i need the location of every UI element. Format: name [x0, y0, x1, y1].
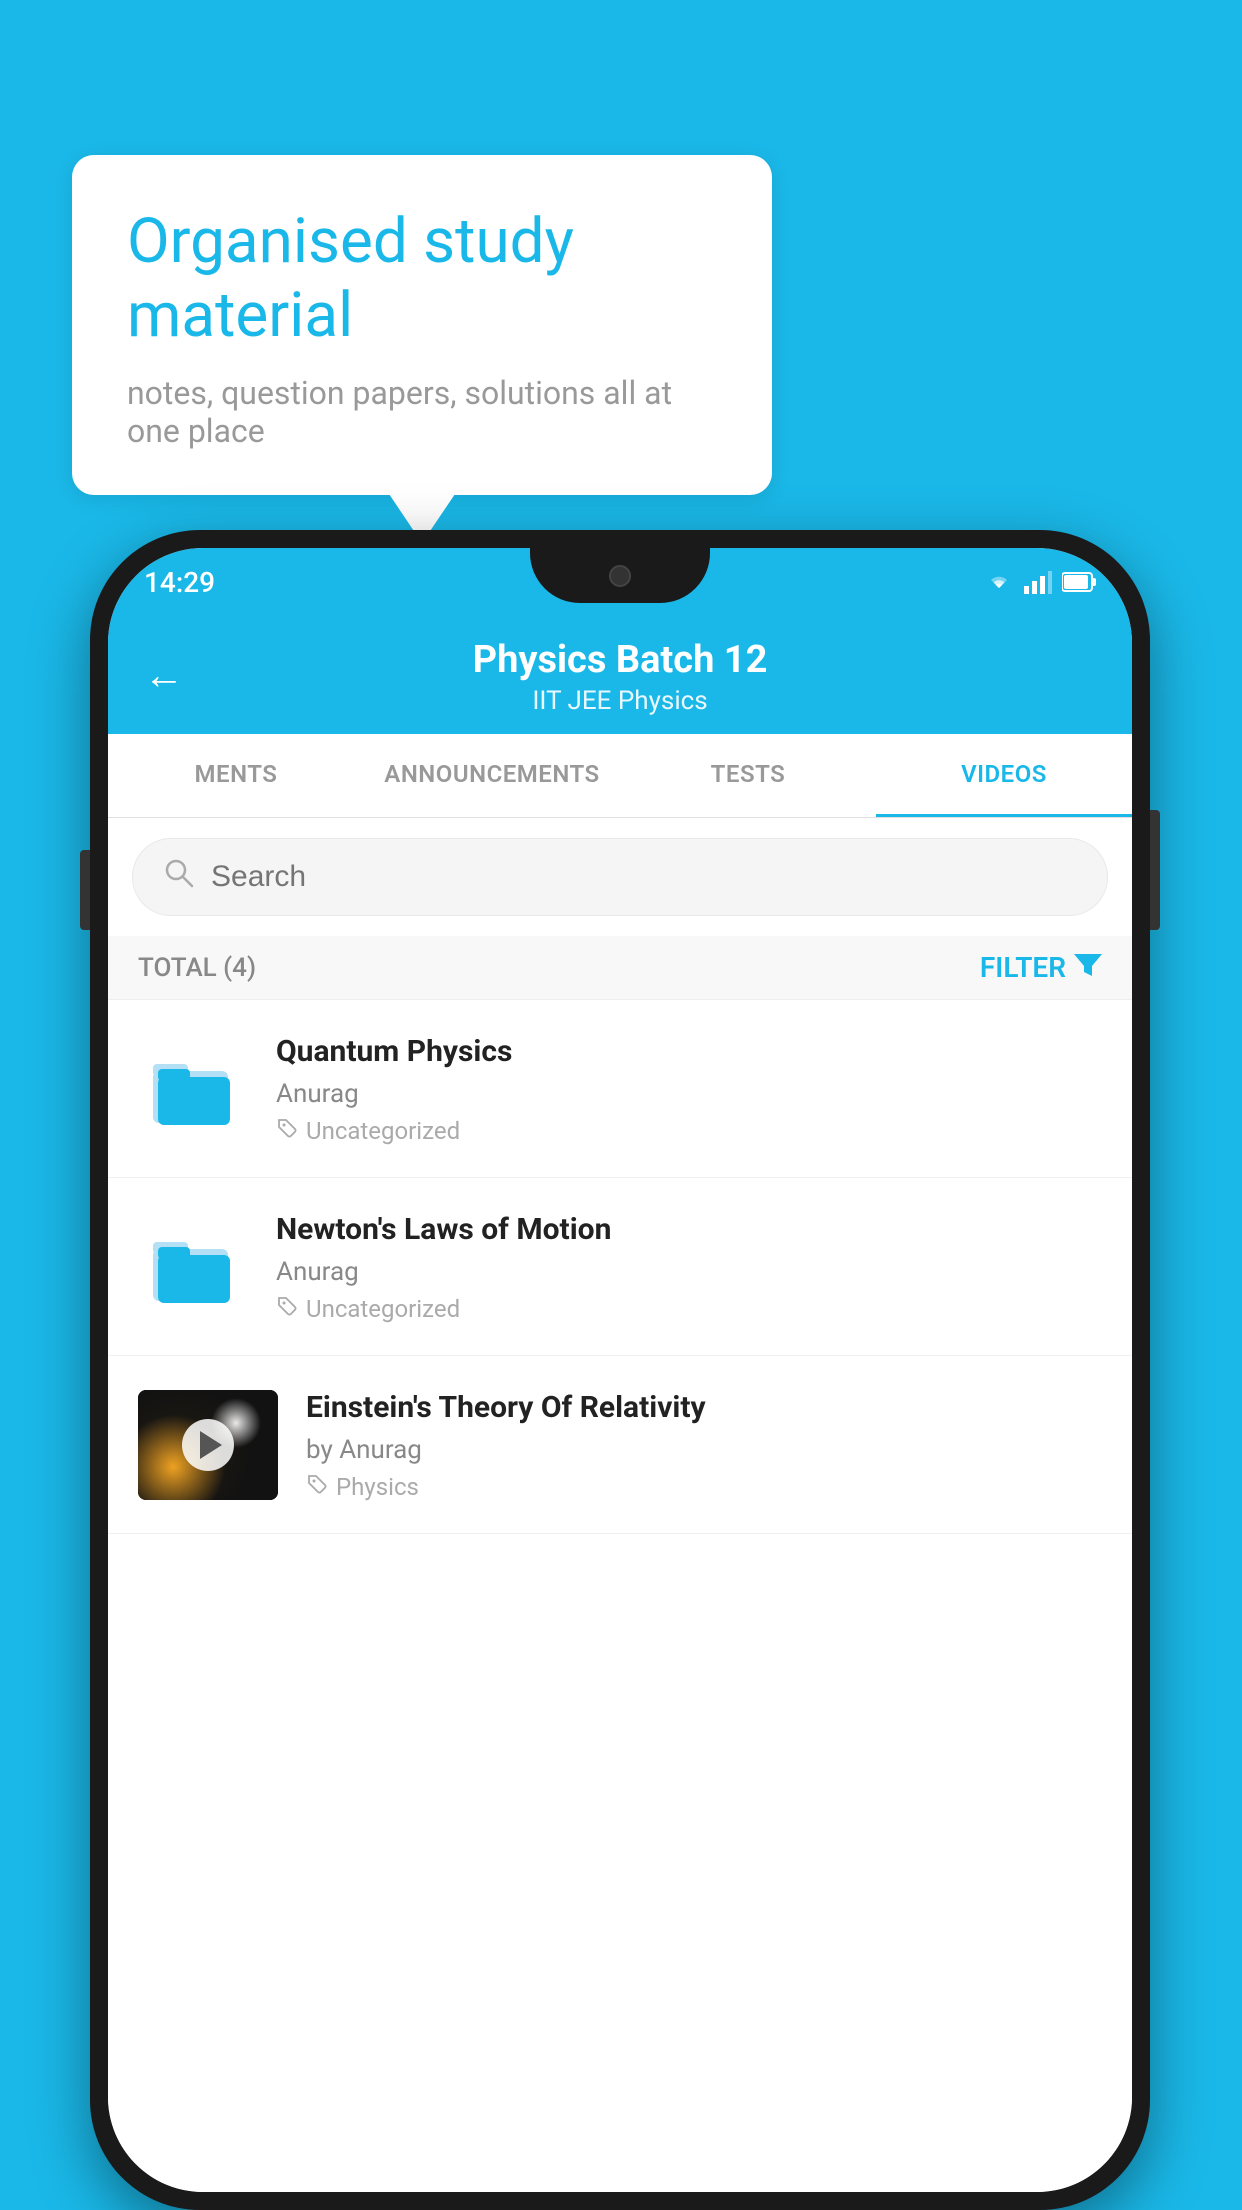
signal-icon — [1024, 570, 1052, 594]
wifi-icon — [984, 570, 1014, 594]
list-item[interactable]: Einstein's Theory Of Relativity by Anura… — [108, 1356, 1132, 1534]
video-info: Newton's Laws of Motion Anurag Uncategor… — [276, 1210, 1102, 1323]
tag-label: Uncategorized — [306, 1295, 460, 1323]
tab-videos[interactable]: VIDEOS — [876, 734, 1132, 817]
header-title: Physics Batch 12 — [473, 638, 768, 682]
phone-screen: 14:29 — [108, 548, 1132, 2192]
status-bar: 14:29 — [108, 548, 1132, 616]
video-tag: Physics — [306, 1473, 1102, 1501]
video-author: Anurag — [276, 1257, 1102, 1287]
video-author: by Anurag — [306, 1435, 1102, 1465]
list-item[interactable]: Newton's Laws of Motion Anurag Uncategor… — [108, 1178, 1132, 1356]
tag-icon — [306, 1473, 328, 1501]
tag-icon — [276, 1295, 298, 1323]
notch — [530, 548, 710, 603]
speech-bubble-subtitle: notes, question papers, solutions all at… — [127, 374, 717, 450]
video-list: Quantum Physics Anurag Uncategorized — [108, 1000, 1132, 2192]
tab-announcements[interactable]: ANNOUNCEMENTS — [364, 734, 620, 817]
total-count-label: TOTAL (4) — [138, 953, 256, 983]
speech-bubble-title: Organised study material — [127, 205, 717, 354]
search-icon — [163, 857, 195, 897]
power-button — [1150, 810, 1160, 930]
filter-icon — [1074, 950, 1102, 985]
tabs-container: MENTS ANNOUNCEMENTS TESTS VIDEOS — [108, 734, 1132, 818]
volume-button — [80, 850, 90, 930]
tag-label: Uncategorized — [306, 1117, 460, 1145]
search-bar[interactable] — [132, 838, 1108, 916]
search-input[interactable] — [211, 860, 1077, 894]
filter-button[interactable]: FILTER — [980, 950, 1102, 985]
filter-bar: TOTAL (4) FILTER — [108, 936, 1132, 1000]
video-author: Anurag — [276, 1079, 1102, 1109]
front-camera — [609, 565, 631, 587]
folder-icon — [138, 1212, 248, 1322]
video-tag: Uncategorized — [276, 1295, 1102, 1323]
play-button[interactable] — [182, 1419, 234, 1471]
filter-label: FILTER — [980, 951, 1066, 984]
tag-label: Physics — [336, 1473, 419, 1501]
video-info: Einstein's Theory Of Relativity by Anura… — [306, 1388, 1102, 1501]
video-title: Newton's Laws of Motion — [276, 1210, 1102, 1249]
app-header: ← Physics Batch 12 IIT JEE Physics — [108, 616, 1132, 734]
list-item[interactable]: Quantum Physics Anurag Uncategorized — [108, 1000, 1132, 1178]
tab-ments[interactable]: MENTS — [108, 734, 364, 817]
video-title: Einstein's Theory Of Relativity — [306, 1388, 1102, 1427]
video-thumbnail — [138, 1390, 278, 1500]
video-info: Quantum Physics Anurag Uncategorized — [276, 1032, 1102, 1145]
speech-bubble: Organised study material notes, question… — [72, 155, 772, 495]
folder-icon — [138, 1034, 248, 1144]
back-button[interactable]: ← — [144, 652, 184, 699]
phone-frame: 14:29 — [90, 530, 1150, 2210]
play-triangle-icon — [200, 1431, 222, 1459]
status-time: 14:29 — [144, 566, 215, 599]
header-subtitle: IIT JEE Physics — [532, 686, 707, 716]
tag-icon — [276, 1117, 298, 1145]
battery-icon — [1062, 571, 1096, 593]
status-icons — [984, 570, 1096, 594]
video-title: Quantum Physics — [276, 1032, 1102, 1071]
video-tag: Uncategorized — [276, 1117, 1102, 1145]
tab-tests[interactable]: TESTS — [620, 734, 876, 817]
